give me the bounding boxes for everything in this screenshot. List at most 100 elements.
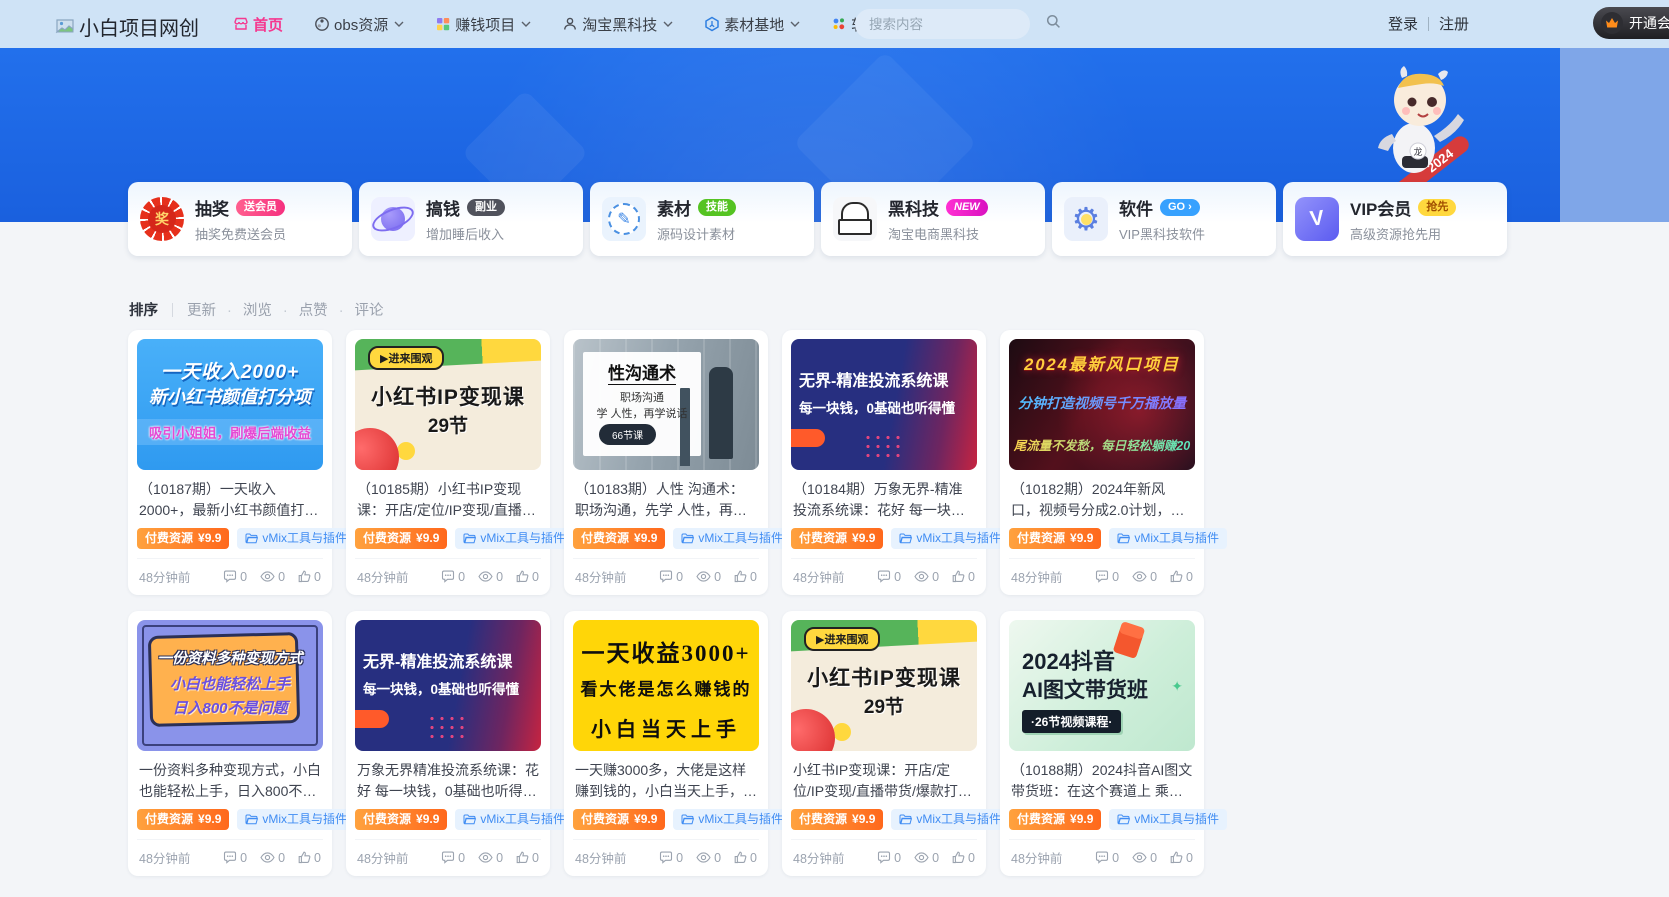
card-title[interactable]: （10185期）小红书IP变现课：开店/定位/IP变现/直播带货/...: [357, 479, 539, 520]
category-tag[interactable]: vMix工具与插件: [891, 528, 1009, 549]
category-tag[interactable]: vMix工具与插件: [673, 528, 791, 549]
thumbnail-text: 学 人性，再学说话: [583, 405, 701, 421]
card-thumbnail[interactable]: 一天收益3000+看大佬是怎么赚钱的小白当天上手: [573, 620, 759, 751]
feature-subtitle: 抽奖免费送会员: [195, 224, 286, 243]
sort-option-views[interactable]: 浏览: [216, 299, 272, 320]
nav-label: obs资源: [334, 14, 388, 35]
feature-shortcuts: 抽奖送会员 抽奖免费送会员 搞钱副业 增加睡后收入 素材技能 源码设计素材 黑科…: [128, 182, 1507, 256]
views-stat: 0: [1132, 851, 1157, 865]
card-title[interactable]: （10183期）人性 沟通术：职场沟通，先学 人性，再学说...: [575, 479, 757, 520]
category-tag[interactable]: vMix工具与插件: [237, 809, 355, 830]
card-title[interactable]: 一天赚3000多，大佬是这样赚到钱的，小白当天上手，穷人...: [575, 760, 757, 801]
resource-card[interactable]: 无界-精准投流系统课每一块钱，0基础也听得懂 （10184期）万象无界-精准投流…: [782, 330, 986, 595]
card-thumbnail[interactable]: 性沟通术职场沟通学 人性，再学说话66节课: [573, 339, 759, 470]
card-thumbnail[interactable]: 2024抖音AI图文带货班·26节视频课程·: [1009, 620, 1195, 751]
category-tag[interactable]: vMix工具与插件: [673, 809, 791, 830]
card-title[interactable]: （10184期）万象无界-精准投流系统课：花好 每一块钱，0...: [793, 479, 975, 520]
resource-card[interactable]: 一天收益3000+看大佬是怎么赚钱的小白当天上手 一天赚3000多，大佬是这样赚…: [564, 611, 768, 876]
resource-card[interactable]: 无界-精准投流系统课每一块钱，0基础也听得懂 万象无界精准投流系统课：花好 每一…: [346, 611, 550, 876]
resource-card[interactable]: 一份资料多种变现方式小白也能轻松上手日入800不是问题 一份资料多种变现方式，小…: [128, 611, 332, 876]
card-thumbnail[interactable]: 一天收入2000+新小红书颜值打分项吸引小姐姐，刷爆后端收益: [137, 339, 323, 470]
folder-icon: [899, 814, 912, 825]
hacker-icon: [833, 197, 877, 241]
feature-badge: GO ›: [1160, 199, 1200, 216]
search-input[interactable]: [869, 17, 1046, 32]
card-tags: 付费资源¥9.9 vMix工具与插件: [1009, 809, 1195, 830]
category-tag[interactable]: vMix工具与插件: [1109, 809, 1227, 830]
sort-option-comments[interactable]: 评论: [328, 299, 384, 320]
card-thumbnail[interactable]: ▶进来围观小红书IP变现课29节: [791, 620, 977, 751]
resource-card[interactable]: 2024抖音AI图文带货班·26节视频课程· （10188期）2024抖音AI图…: [1000, 611, 1204, 876]
card-stats: 0 0 0: [1095, 570, 1193, 584]
thumbnail-text: 每一块钱，0基础也听得懂: [363, 678, 535, 698]
site-logo[interactable]: 小白项目网创: [55, 12, 199, 41]
comment-icon: [659, 570, 673, 583]
comments-stat: 0: [441, 570, 465, 584]
nav-item-taobao-tech[interactable]: 淘宝黑科技: [561, 14, 673, 35]
feature-subtitle: 高级资源抢先用: [1350, 224, 1456, 243]
card-stats: 0 0 0: [441, 570, 539, 584]
thumbs-up-icon: [516, 570, 529, 583]
search-icon[interactable]: [1046, 14, 1061, 34]
storefront-icon: [232, 16, 249, 33]
sort-option-update[interactable]: 更新: [187, 299, 216, 320]
comment-icon: [441, 851, 455, 864]
timestamp: 48分钟前: [1011, 567, 1062, 586]
card-thumbnail[interactable]: ▶进来围观小红书IP变现课29节: [355, 339, 541, 470]
resource-card[interactable]: ▶进来围观小红书IP变现课29节 （10185期）小红书IP变现课：开店/定位/…: [346, 330, 550, 595]
resource-card[interactable]: ▶进来围观小红书IP变现课29节 小红书IP变现课：开店/定位/IP变现/直播带…: [782, 611, 986, 876]
open-vip-button[interactable]: 开通会员: [1593, 7, 1669, 39]
nav-item-material-base[interactable]: 素材基地: [703, 14, 800, 35]
card-title[interactable]: 万象无界精准投流系统课：花好 每一块钱，0基础也听得懂（...: [357, 760, 539, 801]
category-tag[interactable]: vMix工具与插件: [455, 809, 573, 830]
card-tags: 付费资源¥9.9 vMix工具与插件: [791, 528, 977, 549]
resource-card[interactable]: 性沟通术职场沟通学 人性，再学说话66节课 （10183期）人性 沟通术：职场沟…: [564, 330, 768, 595]
card-title[interactable]: （10187期）一天收入2000+，最新小红书颜值打分项目，吸...: [139, 479, 321, 520]
card-thumbnail[interactable]: 无界-精准投流系统课每一块钱，0基础也听得懂: [791, 339, 977, 470]
feature-money[interactable]: 搞钱副业 增加睡后收入: [359, 182, 583, 256]
card-title[interactable]: 小红书IP变现课：开店/定位/IP变现/直播带货/爆款打造/涨价...: [793, 760, 975, 801]
feature-material[interactable]: 素材技能 源码设计素材: [590, 182, 814, 256]
likes-stat: 0: [734, 851, 757, 865]
feature-vip[interactable]: VIP会员抢先 高级资源抢先用: [1283, 182, 1507, 256]
obs-icon: [313, 16, 330, 33]
page: 小白项目网创 首页 obs资源: [0, 0, 1669, 897]
card-thumbnail[interactable]: 2024最新风口项目分钟打造视频号千万播放量尾流量不发愁，每日轻松躺赚20: [1009, 339, 1195, 470]
card-tags: 付费资源¥9.9 vMix工具与插件: [137, 809, 323, 830]
category-tag[interactable]: vMix工具与插件: [891, 809, 1009, 830]
nav-item-obs[interactable]: obs资源: [313, 14, 404, 35]
thumbnail-text: 每一块钱，0基础也听得懂: [799, 397, 971, 417]
resource-card[interactable]: 一天收入2000+新小红书颜值打分项吸引小姐姐，刷爆后端收益 （10187期）一…: [128, 330, 332, 595]
views-stat: 0: [478, 570, 503, 584]
views-stat: 0: [260, 570, 285, 584]
thumbs-up-icon: [952, 851, 965, 864]
search-box[interactable]: [855, 9, 1030, 39]
feature-black-tech[interactable]: 黑科技NEW 淘宝电商黑科技: [821, 182, 1045, 256]
category-tag[interactable]: vMix工具与插件: [237, 528, 355, 549]
card-thumbnail[interactable]: 无界-精准投流系统课每一块钱，0基础也听得懂: [355, 620, 541, 751]
card-tags: 付费资源¥9.9 vMix工具与插件: [1009, 528, 1195, 549]
feature-lottery[interactable]: 抽奖送会员 抽奖免费送会员: [128, 182, 352, 256]
nav-item-home[interactable]: 首页: [232, 14, 283, 35]
thumbnail-text: ▶进来围观: [368, 346, 444, 370]
person-icon: [561, 16, 578, 33]
login-link[interactable]: 登录: [1388, 13, 1418, 34]
price-value: ¥9.9: [852, 809, 875, 830]
category-tag[interactable]: vMix工具与插件: [1109, 528, 1227, 549]
folder-icon: [899, 533, 912, 544]
card-thumbnail[interactable]: 一份资料多种变现方式小白也能轻松上手日入800不是问题: [137, 620, 323, 751]
resource-card[interactable]: 2024最新风口项目分钟打造视频号千万播放量尾流量不发愁，每日轻松躺赚20 （1…: [1000, 330, 1204, 595]
feature-software[interactable]: 软件GO › VIP黑科技软件: [1052, 182, 1276, 256]
comments-stat: 0: [1095, 851, 1119, 865]
card-title[interactable]: 一份资料多种变现方式，小白也能轻松上手，日入800不是问题: [139, 760, 321, 801]
timestamp: 48分钟前: [575, 848, 626, 867]
nav-label: 赚钱项目: [455, 14, 515, 35]
folder-icon: [681, 533, 694, 544]
sort-option-likes[interactable]: 点赞: [272, 299, 328, 320]
open-vip-label: 开通会员: [1629, 13, 1669, 33]
nav-item-projects[interactable]: 赚钱项目: [434, 14, 531, 35]
card-title[interactable]: （10182期）2024年新风口，视频号分成2.0计划，多种玩...: [1011, 479, 1193, 520]
register-link[interactable]: 注册: [1439, 13, 1469, 34]
category-tag[interactable]: vMix工具与插件: [455, 528, 573, 549]
card-title[interactable]: （10188期）2024抖音AI图文带货班：在这个赛道上 乘风破...: [1011, 760, 1193, 801]
